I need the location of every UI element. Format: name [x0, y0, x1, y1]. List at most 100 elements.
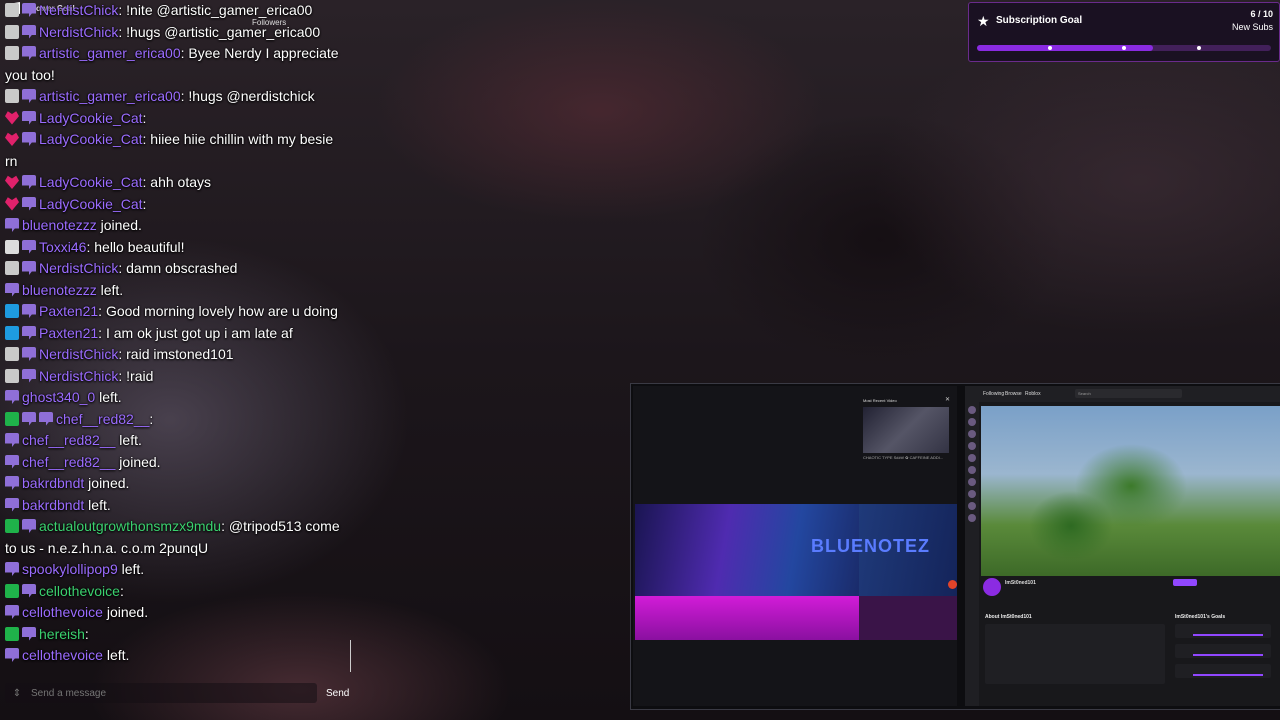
- stream-video[interactable]: [981, 406, 1280, 576]
- chat-username[interactable]: cellothevoice: [22, 604, 103, 620]
- chat-username[interactable]: LadyCookie_Cat: [39, 110, 143, 126]
- chat-username[interactable]: chef__red82__: [56, 411, 149, 427]
- chat-username[interactable]: artistic_gamer_erica00: [39, 88, 181, 104]
- sidebar-avatar[interactable]: [968, 442, 976, 450]
- chat-text: : raid imstoned101: [118, 346, 234, 362]
- chat-username[interactable]: NerdistChick: [39, 24, 118, 40]
- sidebar-avatar[interactable]: [968, 406, 976, 414]
- chat-text: joined.: [115, 453, 161, 470]
- sidebar-avatar[interactable]: [968, 418, 976, 426]
- chat-username[interactable]: NerdistChick: [39, 368, 118, 384]
- moderator-badge-icon: [5, 519, 19, 533]
- chat-username[interactable]: bakrdbndt: [22, 475, 84, 491]
- chat-input-box[interactable]: ⇕: [5, 683, 317, 703]
- chat-message: NerdistChick: !hugs @artistic_gamer_eric…: [5, 22, 320, 43]
- chat-username[interactable]: ghost340_0: [22, 389, 95, 405]
- chat-settings-icon[interactable]: ⇕: [5, 688, 29, 699]
- subscription-goal-widget: ★ Subscription Goal 6 / 10 New Subs: [968, 2, 1280, 62]
- bot-badge-icon: [5, 261, 19, 275]
- nav-following[interactable]: Following: [983, 391, 1004, 397]
- chat-username[interactable]: LadyCookie_Cat: [39, 196, 143, 212]
- chat-username[interactable]: chef__red82__: [22, 432, 115, 448]
- chat-username[interactable]: bakrdbndt: [22, 497, 84, 513]
- chat-username[interactable]: NerdistChick: [39, 260, 118, 276]
- goal-count: 6 / 10 New Subs: [1232, 9, 1273, 32]
- sidebar-avatar[interactable]: [968, 466, 976, 474]
- chat-username[interactable]: NerdistChick: [39, 346, 118, 362]
- chat-text: you too!: [5, 66, 55, 83]
- twitch-glitch-icon: [22, 519, 36, 533]
- chat-username[interactable]: Paxten21: [39, 325, 98, 341]
- send-button[interactable]: Send: [320, 683, 350, 703]
- vip-heart-icon: [5, 175, 19, 189]
- chat-username[interactable]: actualoutgrowthonsmzx9mdu: [39, 518, 221, 534]
- chat-text: left.: [95, 389, 122, 405]
- chat-text: rn: [5, 152, 18, 169]
- chat-message: bakrdbndt left.: [5, 495, 111, 516]
- chat-username[interactable]: hereish: [39, 626, 85, 642]
- channel-avatar[interactable]: [983, 578, 1001, 596]
- chat-username[interactable]: Toxxi46: [39, 239, 86, 255]
- chat-username[interactable]: NerdistChick: [39, 2, 118, 18]
- nav-browse[interactable]: Browse: [1005, 391, 1022, 397]
- channel-name[interactable]: ImSt0ned101: [1005, 580, 1036, 586]
- moderator-badge-icon: [5, 626, 19, 641]
- chat-username[interactable]: cellothevoice: [22, 647, 103, 663]
- banner-strip: [635, 596, 859, 640]
- chat-input[interactable]: [29, 686, 317, 700]
- chat-username[interactable]: bluenotezzz: [22, 217, 97, 233]
- chat-text: : !hugs @artistic_gamer_erica00: [118, 23, 321, 40]
- chat-message: rn: [5, 151, 17, 172]
- star-icon: ★: [977, 13, 990, 29]
- bot-badge-icon: [5, 347, 19, 361]
- twitch-glitch-icon: [22, 175, 36, 189]
- chat-username[interactable]: artistic_gamer_erica00: [39, 45, 181, 61]
- chat-message: Paxten21: I am ok just got up i am late …: [5, 323, 293, 344]
- banner-strip-right: [859, 596, 957, 640]
- nav-roblox[interactable]: Roblox: [1025, 391, 1041, 397]
- bot-badge-icon: [5, 89, 19, 103]
- sidebar-avatar[interactable]: [968, 502, 976, 510]
- chat-message: to us - n.e.z.h.n.a. c.o.m 2punqU: [5, 538, 208, 559]
- chat-username[interactable]: spookylollipop9: [22, 561, 118, 577]
- chat-text: joined.: [84, 475, 130, 491]
- chat-text: left.: [115, 432, 142, 448]
- sidebar-avatar[interactable]: [968, 478, 976, 486]
- recent-video-card[interactable]: Most Recent Video CHAOTIC TYPE S###! ✿ C…: [863, 398, 953, 468]
- goal-progress-bar: [977, 45, 1271, 51]
- sidebar-avatar[interactable]: [968, 490, 976, 498]
- twitch-glitch-icon: [5, 648, 19, 662]
- twitch-glitch-icon: [22, 110, 36, 125]
- twitch-stream-preview: Following Browse Roblox Search ImSt0ned1…: [965, 386, 1280, 706]
- chat-message: actualoutgrowthonsmzx9mdu: @tripod513 co…: [5, 516, 340, 537]
- chat-username[interactable]: chef__red82__: [22, 454, 115, 470]
- chat-username[interactable]: LadyCookie_Cat: [39, 131, 143, 147]
- chat-text: :: [84, 625, 89, 642]
- follow-button[interactable]: [1173, 579, 1197, 586]
- chat-username[interactable]: Paxten21: [39, 303, 98, 319]
- recent-video-thumbnail[interactable]: [863, 407, 949, 453]
- chat-text: : I am ok just got up i am late af: [98, 324, 293, 341]
- twitch-glitch-icon: [22, 132, 36, 146]
- chat-message: bluenotezzz left.: [5, 280, 123, 301]
- chat-text: : !raid: [118, 367, 154, 384]
- bot-badge-icon: [5, 46, 19, 60]
- chat-message: NerdistChick: raid imstoned101: [5, 344, 234, 365]
- chat-message: LadyCookie_Cat: ahh otays: [5, 172, 211, 193]
- chat-text: : !nite @artistic_gamer_erica00: [118, 2, 313, 18]
- chat-message: artistic_gamer_erica00: !hugs @nerdistch…: [5, 86, 315, 107]
- chat-text: :: [149, 410, 154, 427]
- channel-goal-card: [1175, 644, 1271, 658]
- twitch-glitch-icon: [22, 304, 36, 318]
- sidebar-avatar[interactable]: [968, 514, 976, 522]
- chat-username[interactable]: LadyCookie_Cat: [39, 174, 143, 190]
- sidebar-avatar[interactable]: [968, 454, 976, 462]
- goal-marker: [1197, 46, 1201, 50]
- screen-capture-window: Most Recent Video CHAOTIC TYPE S###! ✿ C…: [630, 383, 1280, 710]
- twitch-search-input[interactable]: Search: [1075, 389, 1182, 398]
- channel-goal-bar: [1193, 634, 1263, 636]
- close-icon[interactable]: ✕: [945, 396, 950, 403]
- chat-username[interactable]: cellothevoice: [39, 583, 120, 599]
- chat-username[interactable]: bluenotezzz: [22, 282, 97, 298]
- sidebar-avatar[interactable]: [968, 430, 976, 438]
